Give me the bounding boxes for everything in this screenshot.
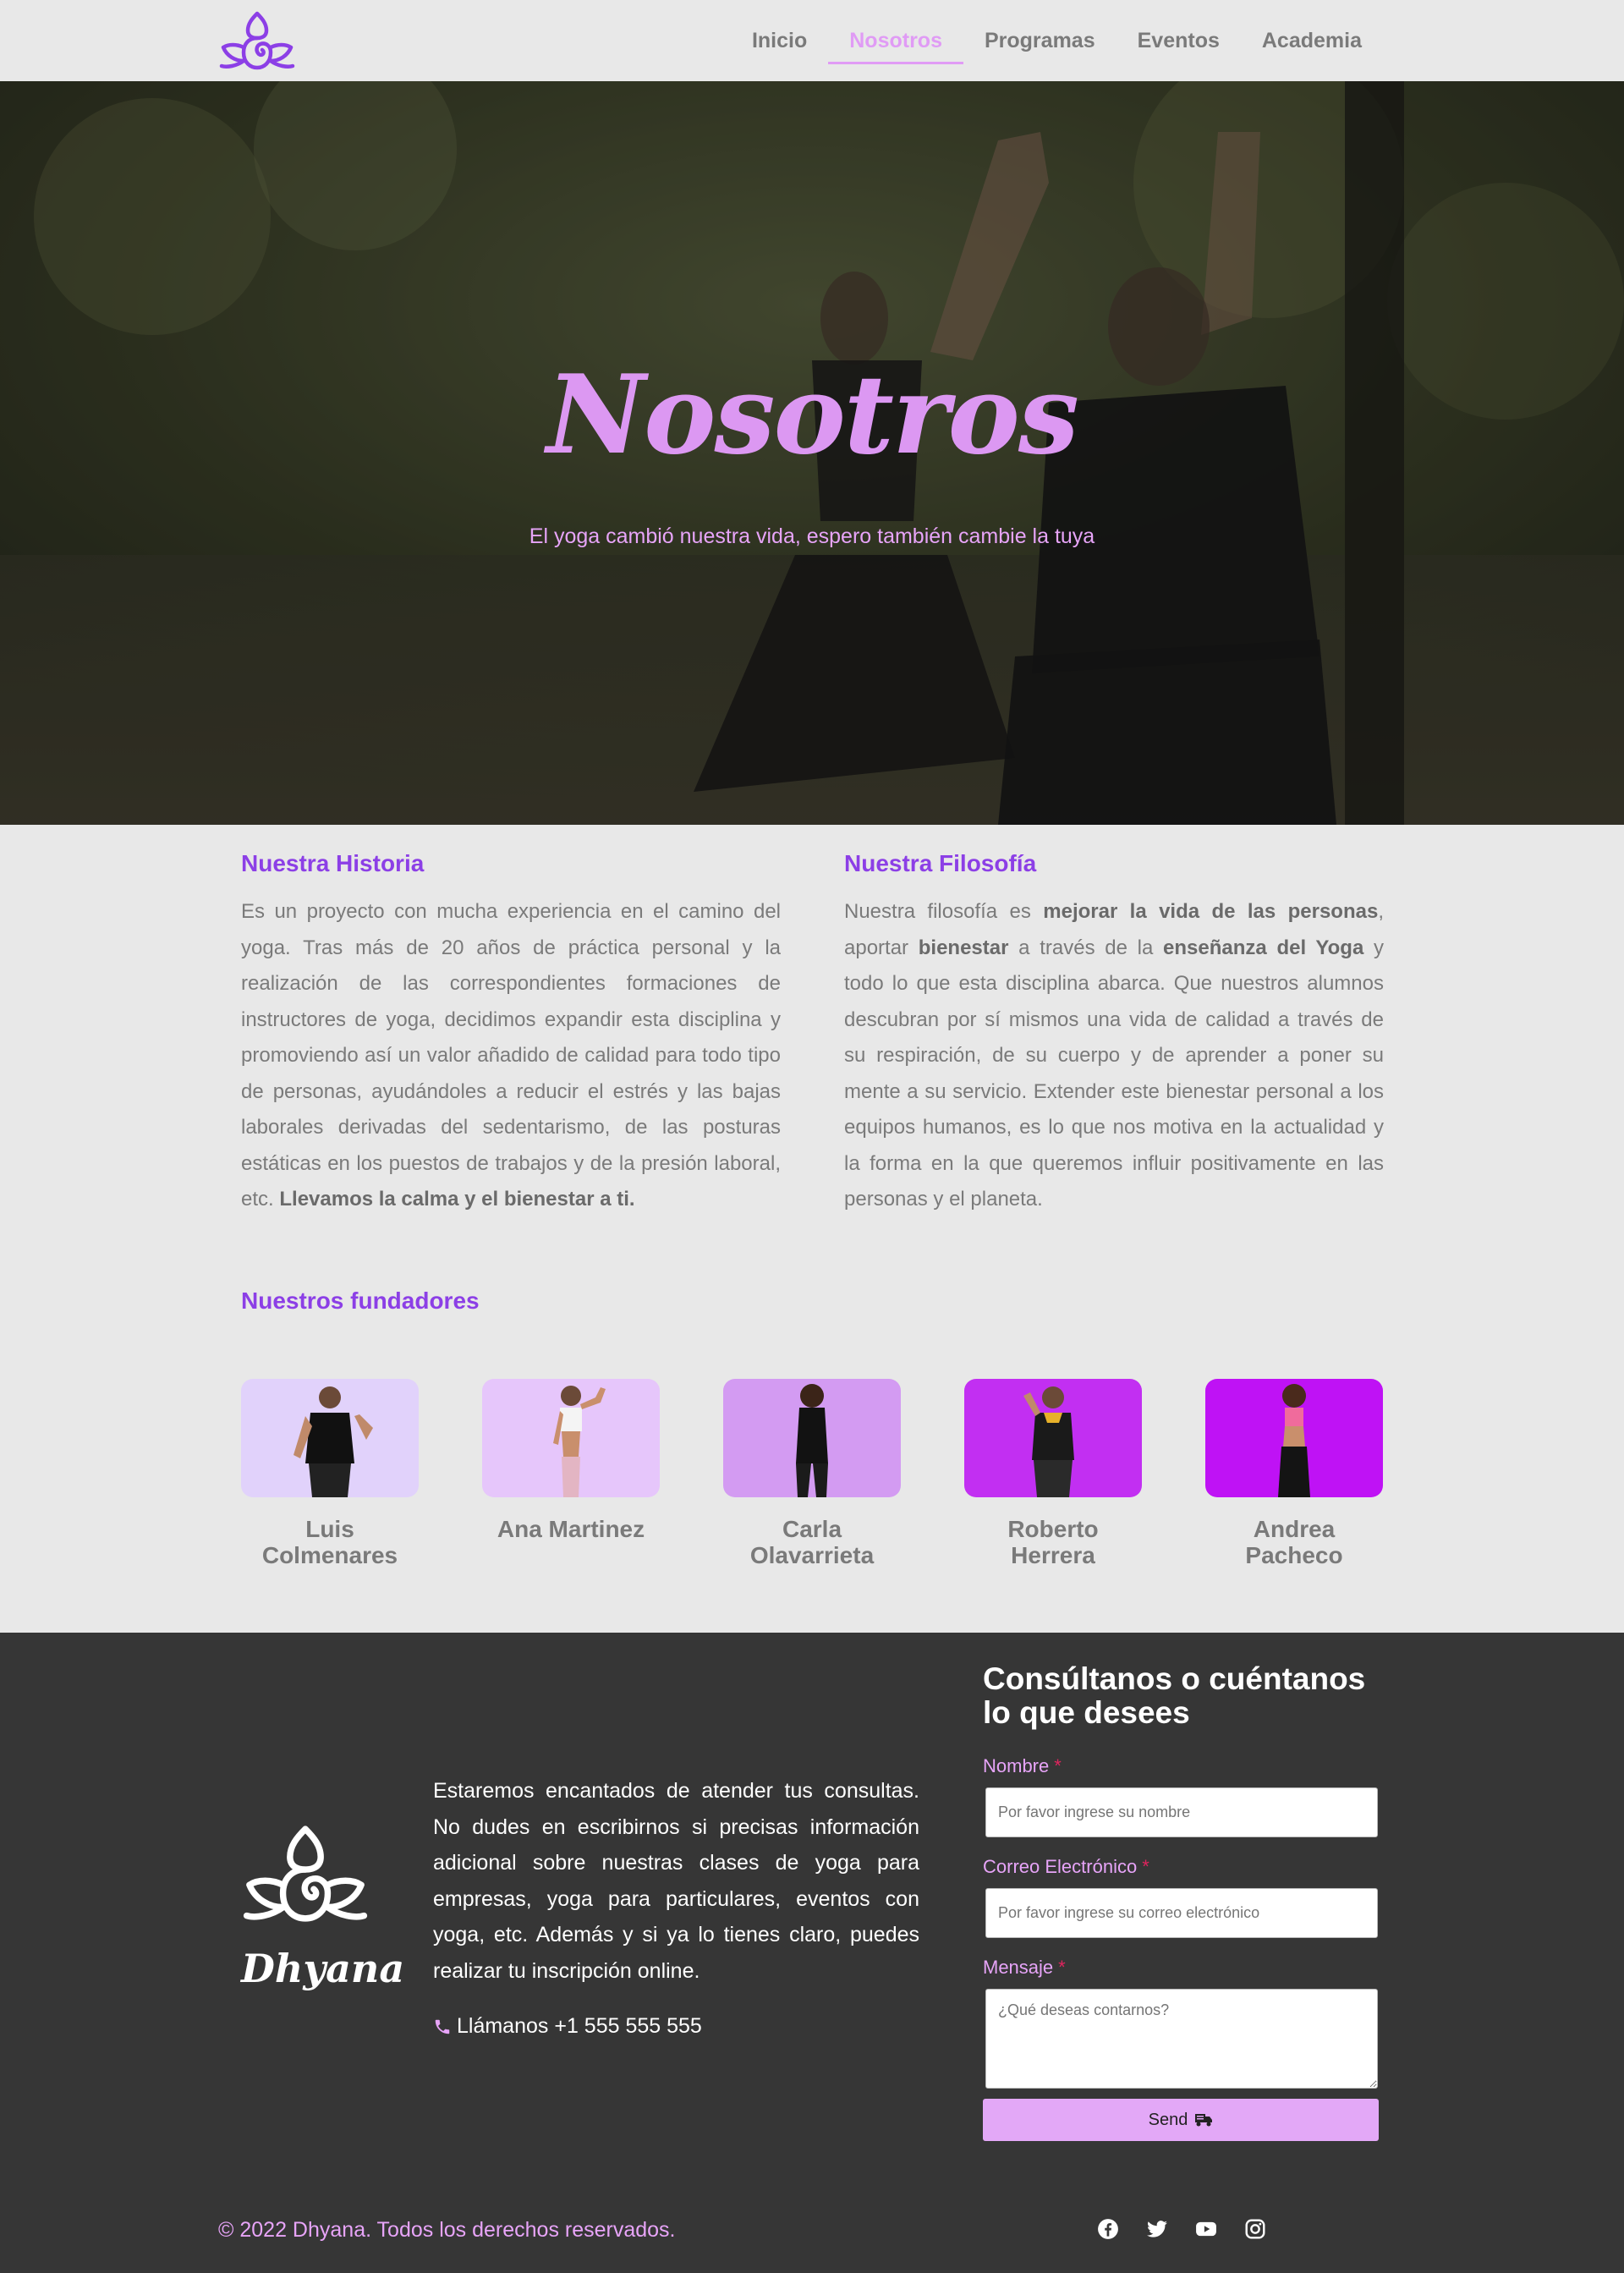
footer-description: Estaremos encantados de atender tus cons… [433,1779,919,1983]
founder-card: Carla Olavarrieta [723,1379,901,1568]
historia-text: Es un proyecto con mucha experiencia en … [241,900,781,1211]
founder-photo [482,1379,660,1497]
message-field[interactable] [985,1989,1378,2089]
email-label: Correo Electrónico * [983,1856,1149,1877]
nav-item-inicio[interactable]: Inicio [731,0,828,81]
founder-name: Roberto Herrera [1007,1516,1099,1568]
social-links [1097,2218,1266,2240]
hero-banner: Nosotros El yoga cambió nuestra vida, es… [0,81,1624,825]
founder-photo [1205,1379,1383,1497]
email-field[interactable] [985,1888,1378,1938]
founder-card: Luis Colmenares [241,1379,419,1568]
founder-photo [723,1379,901,1497]
lotus-logo-icon[interactable] [218,10,296,71]
contact-form-title: Consúltanos o cuéntanos lo que desees [983,1661,1366,1730]
youtube-icon[interactable] [1195,2218,1217,2240]
founder-card: Roberto Herrera [964,1379,1142,1568]
name-label: Nombre * [983,1755,1062,1776]
message-label: Mensaje * [983,1957,1066,1978]
facebook-icon[interactable] [1097,2218,1119,2240]
hero-title: Nosotros [546,352,1079,479]
nav-item-academia[interactable]: Academia [1241,0,1383,81]
founder-card: Ana Martinez [482,1379,660,1568]
founder-name: Andrea Pacheco [1245,1516,1343,1568]
name-field[interactable] [985,1787,1378,1837]
founder-photo [241,1379,419,1497]
send-button-label: Send [1148,2110,1188,2129]
twitter-icon[interactable] [1146,2218,1168,2240]
top-navbar: Inicio Nosotros Programas Eventos Academ… [0,0,1624,81]
historia-title: Nuestra Historia [241,850,425,876]
hero-subtitle: El yoga cambió nuestra vida, espero tamb… [529,524,1095,548]
send-truck-icon [1195,2114,1213,2127]
historia-section: Nuestra Historia Es un proyecto con much… [241,850,781,1218]
founders-list: Luis Colmenares Ana Martinez Carla Olava… [241,1379,1383,1568]
nav-item-eventos[interactable]: Eventos [1116,0,1241,81]
lotus-logo-icon [243,1826,368,1922]
copyright: © 2022 Dhyana. Todos los derechos reserv… [218,2218,676,2242]
filosofia-title: Nuestra Filosofía [844,850,1037,876]
filosofia-text: Nuestra filosofía es mejorar la vida de … [844,900,1385,1211]
founder-photo [964,1379,1142,1497]
nav-item-nosotros[interactable]: Nosotros [828,0,963,81]
nav-item-programas[interactable]: Programas [963,0,1116,81]
founder-name: Luis Colmenares [261,1516,398,1568]
contact-form: Consúltanos o cuéntanos lo que desees No… [983,1662,1379,2141]
founder-name: Carla Olavarrieta [749,1516,875,1568]
main-menu: Inicio Nosotros Programas Eventos Academ… [731,0,1383,81]
founders-title: Nuestros fundadores [241,1287,480,1314]
send-button[interactable]: Send [983,2099,1379,2141]
footer-brand: Dhyana [241,1946,405,1991]
instagram-icon[interactable] [1244,2218,1266,2240]
filosofia-section: Nuestra Filosofía Nuestra filosofía es m… [844,850,1384,1218]
founder-card: Andrea Pacheco [1205,1379,1383,1568]
phone-icon [435,2019,450,2034]
footer-phone[interactable]: Llámanos +1 555 555 555 [433,2014,702,2039]
founder-name: Ana Martinez [497,1516,645,1542]
footer-phone-text: Llámanos +1 555 555 555 [457,2014,702,2038]
